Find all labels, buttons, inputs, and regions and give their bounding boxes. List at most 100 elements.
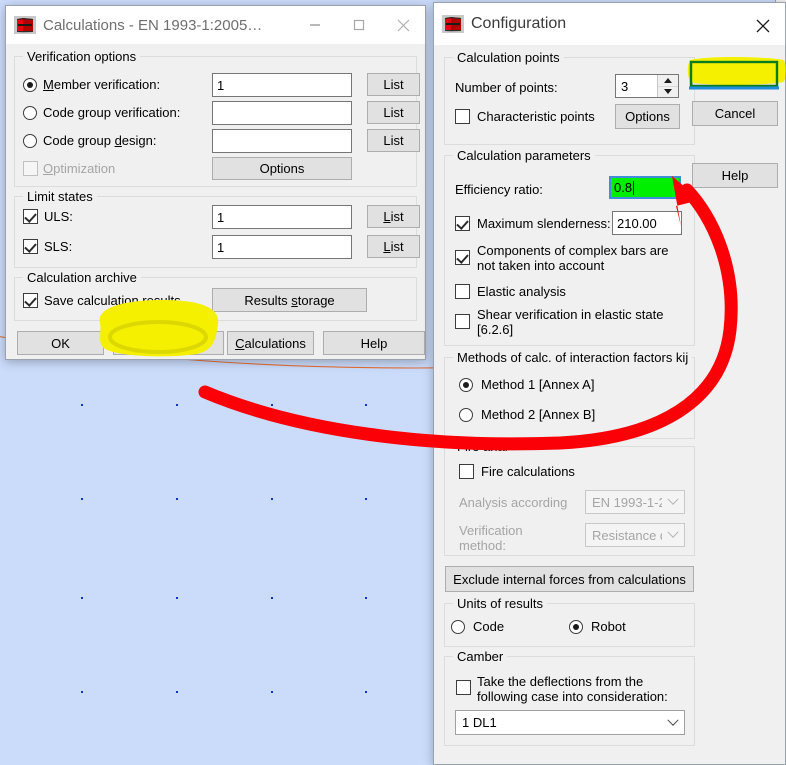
combo-verification-method[interactable]: Resistance do [585,523,685,547]
list-button-code-group-design[interactable]: List [367,129,420,152]
spinner-number-of-points-value[interactable]: 3 [616,75,657,97]
options-button-calculation-points[interactable]: Options [615,104,680,129]
model-node-dot [271,691,273,693]
calculations-titlebar[interactable]: Calculations - EN 1993-1:2005… [6,6,425,44]
chevron-down-icon[interactable] [662,711,684,734]
list-button-member-verification[interactable]: List [367,73,420,96]
fire-analysis-legend: Fire anal [453,439,512,454]
calculation-points-legend: Calculation points [453,50,564,65]
radio-method-1[interactable] [459,378,473,392]
configuration-window[interactable]: Configuration Calculation points Number … [433,2,786,765]
results-storage-button[interactable]: Results storage [212,288,367,312]
limit-states-legend: Limit states [23,189,97,204]
calculations-help-button[interactable]: Help [323,331,425,355]
close-icon[interactable] [741,5,785,47]
ibeam-app-icon [442,15,464,33]
model-node-dot [81,691,83,693]
minimize-icon[interactable] [293,6,337,44]
configuration-help-button[interactable]: Help [692,163,778,188]
calculations-run-button[interactable]: Calculations [227,331,314,355]
model-node-dot [176,597,178,599]
label-uls: ULS: [44,209,73,224]
checkbox-elastic-analysis[interactable] [455,284,470,299]
label-code-group-verification: Code group verification: [43,105,181,120]
configuration-button[interactable]: Configuration [113,331,224,355]
checkbox-save-calculation-results[interactable] [23,293,38,308]
camber-group: Camber Take the deflections from the fol… [444,649,695,746]
ibeam-app-icon [14,16,36,34]
chevron-down-icon[interactable] [662,524,684,546]
list-button-sls[interactable]: List [367,235,420,258]
configuration-ok-button[interactable]: OK [692,65,778,89]
close-icon[interactable] [381,6,425,44]
label-shear-verification: Shear verification in elastic state [6.2… [477,307,664,337]
label-units-robot: Robot [591,619,626,634]
checkbox-uls[interactable] [23,209,38,224]
units-of-results-group: Units of results Code Robot [444,596,695,647]
maximize-icon[interactable] [337,6,381,44]
list-button-code-group-verification[interactable]: List [367,101,420,124]
combo-camber-case[interactable]: 1 DL1 [455,710,685,735]
configuration-cancel-button[interactable]: Cancel [692,101,778,126]
label-code-group-design: Code group design: [43,133,157,148]
combo-analysis-according[interactable]: EN 1993-1-2 : [585,490,685,514]
label-verification-method: Verification method: [459,523,523,553]
exclude-internal-forces-button[interactable]: Exclude internal forces from calculation… [445,566,694,592]
label-number-of-points: Number of points: [455,80,558,95]
input-maximum-slenderness[interactable]: 210.00 [612,211,682,235]
radio-member-verification[interactable] [23,78,37,92]
radio-method-2[interactable] [459,408,473,422]
input-efficiency-ratio[interactable]: 0.8 [609,176,681,199]
list-button-uls[interactable]: List [367,205,420,228]
spinner-down-icon[interactable] [658,86,678,97]
checkbox-complex-bars[interactable] [455,250,470,265]
label-maximum-slenderness: Maximum slenderness: [477,216,611,231]
label-optimization: Optimization [43,161,116,176]
radio-units-code[interactable] [451,620,465,634]
checkbox-shear-verification[interactable] [455,314,470,329]
checkbox-sls[interactable] [23,239,38,254]
options-button-verification[interactable]: Options [212,157,352,180]
interaction-factors-group: Methods of calc. of interaction factors … [444,350,695,439]
configuration-window-controls[interactable] [741,5,785,43]
input-code-group-verification[interactable] [212,101,352,125]
combo-camber-case-value: 1 DL1 [462,715,497,730]
label-efficiency-ratio: Efficiency ratio: [455,182,543,197]
radio-code-group-verification[interactable] [23,106,37,120]
configuration-titlebar[interactable]: Configuration [434,3,785,45]
calculations-window-controls[interactable] [293,6,425,44]
input-code-group-design[interactable] [212,129,352,153]
model-node-dot [365,597,367,599]
camber-legend: Camber [453,649,508,664]
units-of-results-legend: Units of results [453,596,547,611]
label-save-calculation-results: Save calculation results [44,293,181,308]
model-node-dot [176,691,178,693]
label-analysis-according: Analysis according [459,495,568,510]
checkbox-camber-deflections[interactable] [456,680,471,695]
model-node-dot [271,404,273,406]
label-method-1: Method 1 [Annex A] [481,377,595,392]
spinner-up-icon[interactable] [658,75,678,87]
fire-analysis-group: Fire anal Fire calculations Analysis acc… [444,439,695,556]
checkbox-maximum-slenderness[interactable] [455,216,470,231]
interaction-factors-legend: Methods of calc. of interaction factors … [453,350,693,365]
input-member-verification[interactable]: 1 [212,73,352,97]
spinner-arrows[interactable] [657,75,678,97]
radio-code-group-design[interactable] [23,134,37,148]
calculations-ok-button[interactable]: OK [17,331,104,355]
calculations-window[interactable]: Calculations - EN 1993-1:2005… Verificat… [5,5,426,360]
model-node-dot [365,498,367,500]
chevron-down-icon[interactable] [662,491,684,513]
label-method-2: Method 2 [Annex B] [481,407,596,422]
model-node-dot [365,691,367,693]
label-sls: SLS: [44,239,73,254]
model-node-dot [365,404,367,406]
spinner-number-of-points[interactable]: 3 [615,74,679,98]
checkbox-fire-calculations[interactable] [459,464,474,479]
label-characteristic-points: Characteristic points [477,109,595,124]
input-sls[interactable]: 1 [212,235,352,259]
limit-states-group: Limit states ULS: 1 List SLS: 1 List [14,189,420,268]
checkbox-characteristic-points[interactable] [455,109,470,124]
radio-units-robot[interactable] [569,620,583,634]
input-uls[interactable]: 1 [212,205,352,229]
